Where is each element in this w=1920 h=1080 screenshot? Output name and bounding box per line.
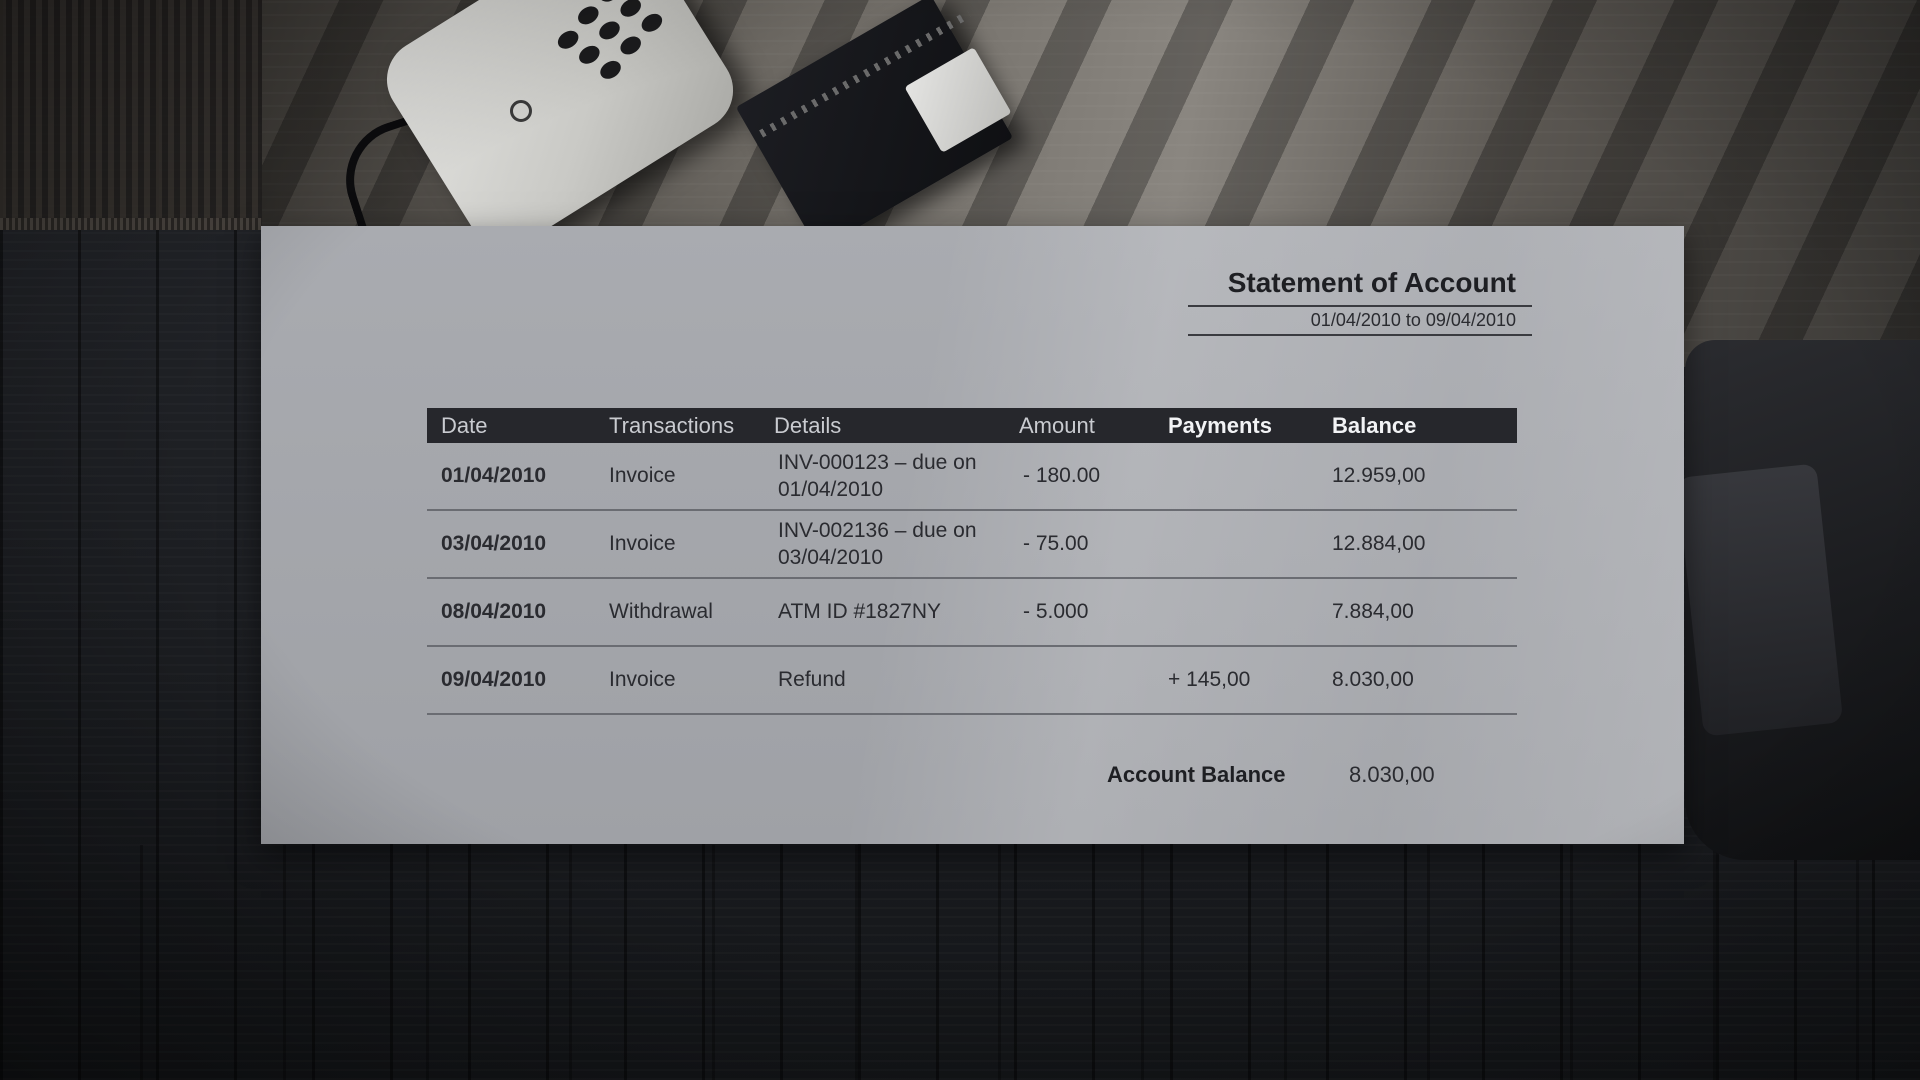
column-header-date: Date: [441, 412, 488, 438]
row-date: 09/04/2010: [441, 668, 547, 692]
transactions-table: Date Transactions Details Amount Payment…: [427, 408, 1517, 715]
game-scene: Statement of Account 01/04/2010 to 09/04…: [0, 0, 1920, 1080]
row-details: INV-002136 – due on 03/04/2010: [778, 518, 977, 569]
account-balance-value: 8.030,00: [1349, 762, 1435, 787]
row-amount: - 180.00: [1023, 464, 1101, 488]
row-date: 01/04/2010: [441, 464, 547, 488]
statement-date-range: 01/04/2010 to 09/04/2010: [1310, 309, 1516, 330]
statement-title: Statement of Account: [1227, 267, 1516, 298]
row-details: INV-000123 – due on 01/04/2010: [778, 450, 977, 501]
rug: [0, 0, 262, 230]
statement-header: Statement of Account 01/04/2010 to 09/04…: [1188, 267, 1532, 336]
row-amount: - 75.00: [1023, 532, 1089, 556]
column-header-balance: Balance: [1332, 412, 1417, 438]
table-row: 01/04/2010 Invoice INV-000123 – due on 0…: [427, 443, 1517, 511]
row-transaction: Invoice: [609, 668, 676, 692]
row-amount: - 5.000: [1023, 600, 1089, 624]
column-header-details: Details: [774, 412, 842, 438]
row-date: 08/04/2010: [441, 600, 547, 624]
floor-joints: [0, 845, 1920, 1080]
telephone-dial-icon: [510, 100, 532, 122]
row-balance: 12.884,00: [1332, 532, 1426, 556]
column-header-amount: Amount: [1019, 412, 1095, 438]
table-row: 08/04/2010 Withdrawal ATM ID #1827NY - 5…: [427, 579, 1517, 647]
column-header-payments: Payments: [1168, 412, 1272, 438]
table-row: 03/04/2010 Invoice INV-002136 – due on 0…: [427, 511, 1517, 579]
row-transaction: Invoice: [609, 464, 676, 488]
date-underline: [1188, 333, 1532, 336]
statement-document: Statement of Account 01/04/2010 to 09/04…: [261, 226, 1684, 844]
account-balance-summary: Account Balance 8.030,00: [1107, 762, 1527, 788]
row-transaction: Withdrawal: [609, 600, 713, 624]
table-row: 09/04/2010 Invoice Refund + 145,00 8.030…: [427, 647, 1517, 715]
table-header: Date Transactions Details Amount Payment…: [427, 408, 1517, 443]
row-details: ATM ID #1827NY: [778, 600, 942, 624]
account-balance-label: Account Balance: [1107, 762, 1286, 787]
row-balance: 12.959,00: [1332, 464, 1426, 488]
column-header-transactions: Transactions: [609, 412, 735, 438]
rug-fringe: [0, 218, 262, 230]
row-date: 03/04/2010: [441, 532, 547, 556]
row-balance: 7.884,00: [1332, 600, 1414, 624]
row-balance: 8.030,00: [1332, 668, 1414, 692]
title-underline: [1188, 304, 1532, 307]
row-transaction: Invoice: [609, 532, 676, 556]
row-details: Refund: [778, 668, 846, 692]
row-payment: + 145,00: [1168, 668, 1251, 692]
chair-armrest: [1676, 463, 1844, 737]
